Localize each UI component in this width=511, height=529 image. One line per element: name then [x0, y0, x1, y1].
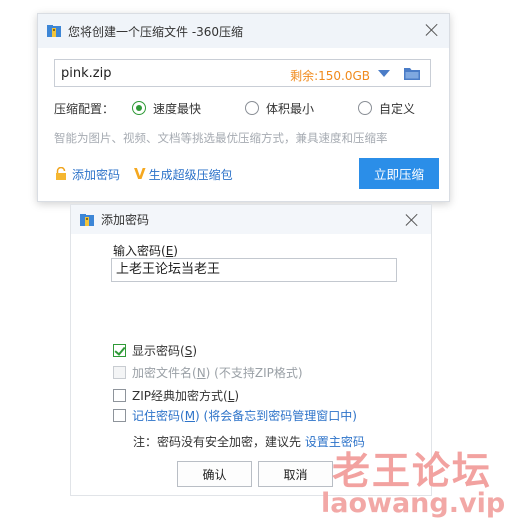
- checkbox-label: 显示密码(S): [132, 343, 197, 358]
- config-label: 压缩配置：: [54, 101, 115, 116]
- archive-path-field[interactable]: pink.zip 剩余:150.0GB: [54, 59, 431, 87]
- archive-filename[interactable]: pink.zip: [61, 66, 111, 81]
- add-password-link[interactable]: 添加密码: [54, 166, 120, 183]
- checkbox-unchecked-icon[interactable]: [113, 388, 126, 402]
- close-icon[interactable]: [424, 22, 440, 38]
- radio-unselected-icon[interactable]: [245, 101, 260, 115]
- radio-unselected-icon[interactable]: [358, 101, 373, 115]
- archive-app-icon: [46, 23, 62, 39]
- checkbox-unchecked-icon[interactable]: [113, 408, 126, 422]
- checkbox-label: 加密文件名(N) (不支持ZIP格式): [132, 365, 303, 380]
- option-links: 添加密码 V 生成超级压缩包: [54, 165, 233, 183]
- show-password-checkbox[interactable]: 显示密码(S): [113, 342, 197, 358]
- checkbox-label: ZIP经典加密方式(L): [132, 388, 240, 403]
- checkbox-disabled-icon[interactable]: [113, 365, 126, 379]
- radio-label: 自定义: [379, 101, 416, 116]
- watermark-logo-text: 老王论坛: [332, 449, 493, 493]
- compress-window-title: 您将创建一个压缩文件 -360压缩: [68, 24, 244, 39]
- confirm-button[interactable]: 确认: [177, 461, 252, 487]
- super-zip-link[interactable]: V 生成超级压缩包: [134, 165, 233, 183]
- radio-size-smallest[interactable]: 体积最小: [245, 100, 314, 117]
- password-dialog-titlebar[interactable]: 添加密码: [71, 205, 431, 234]
- compress-config-row: 压缩配置： 速度最快 体积最小 自定义: [54, 100, 415, 116]
- security-note: 注：密码没有安全加密，建议先 设置主密码: [133, 433, 365, 450]
- password-input[interactable]: 上老王论坛当老王: [111, 258, 397, 282]
- lock-icon: [56, 167, 66, 180]
- compress-window: 您将创建一个压缩文件 -360压缩 pink.zip 剩余:150.0GB 压缩…: [37, 13, 450, 202]
- compress-window-titlebar[interactable]: 您将创建一个压缩文件 -360压缩: [38, 14, 449, 48]
- radio-custom[interactable]: 自定义: [358, 100, 415, 117]
- close-icon[interactable]: [404, 212, 420, 228]
- password-dialog-title: 添加密码: [101, 213, 150, 227]
- radio-selected-icon[interactable]: [132, 101, 147, 115]
- password-input-label: 输入密码(E): [113, 242, 178, 259]
- label-text: 输入密码(: [113, 244, 166, 258]
- remember-password-checkbox[interactable]: 记住密码(M) (将会备忘到密码管理窗口中): [113, 407, 357, 423]
- add-password-label[interactable]: 添加密码: [72, 166, 120, 183]
- chevron-down-icon[interactable]: [378, 70, 390, 77]
- radio-speed-fastest[interactable]: 速度最快: [132, 100, 201, 117]
- note-text: 注：密码没有安全加密，建议先: [133, 435, 302, 449]
- compress-now-button[interactable]: 立即压缩: [359, 158, 439, 189]
- checkbox-label: 记住密码(M) (将会备忘到密码管理窗口中): [132, 408, 357, 423]
- v-icon: V: [134, 165, 146, 183]
- watermark-url: laowang.vip: [321, 488, 506, 519]
- config-description: 智能为图片、视频、文档等挑选最优压缩方式，兼具速度和压缩率: [54, 131, 388, 145]
- cancel-button[interactable]: 取消: [258, 461, 333, 487]
- label-end: ): [173, 244, 178, 258]
- archive-app-icon: [79, 212, 95, 228]
- checkbox-checked-icon[interactable]: [113, 343, 126, 357]
- radio-label: 体积最小: [266, 101, 315, 116]
- radio-label: 速度最快: [153, 101, 202, 116]
- super-zip-label[interactable]: 生成超级压缩包: [149, 166, 233, 183]
- encrypt-filename-checkbox[interactable]: 加密文件名(N) (不支持ZIP格式): [113, 364, 303, 380]
- free-space-label: 剩余:150.0GB: [290, 69, 370, 83]
- zip-classic-checkbox[interactable]: ZIP经典加密方式(L): [113, 387, 239, 403]
- folder-icon[interactable]: [404, 67, 420, 80]
